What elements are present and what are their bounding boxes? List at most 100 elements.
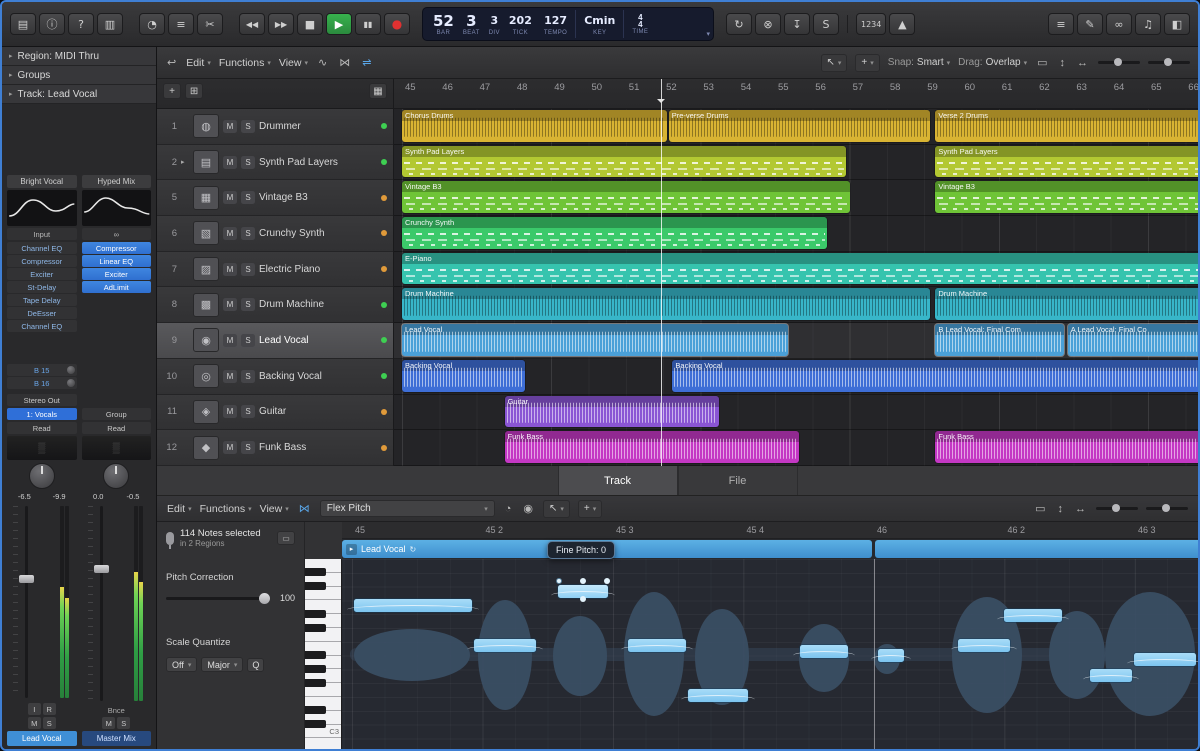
automation-mode-slot[interactable]: Read [82,422,152,434]
editor-functions-menu[interactable]: Functions ▾ [200,503,252,515]
tab-track[interactable]: Track [558,466,678,495]
mute-button[interactable]: M [223,191,237,204]
slider-handle[interactable] [1112,504,1120,512]
region[interactable]: Crunchy Synth [402,217,827,249]
group-slot[interactable]: Group [82,408,152,420]
flex-icon[interactable]: ⇌ [360,56,373,69]
piano-black-key[interactable] [305,665,326,673]
plugin-slot[interactable]: Compressor [82,242,152,254]
region[interactable]: Backing Vocal [672,360,1198,392]
track-lane[interactable]: Guitar [394,395,1198,431]
library-icon[interactable]: ▤ [10,13,36,35]
left-click-tool-menu[interactable]: ↖ ▾ [821,54,848,72]
horizontal-zoom-icon[interactable]: ↔ [1073,503,1088,515]
solo-button[interactable]: S [43,717,56,729]
piano-white-key[interactable] [305,738,341,749]
groups-inspector-header[interactable]: ▸ Groups [2,66,156,85]
region[interactable]: A Lead Vocal: Final Co [1068,324,1198,356]
inspector-icon[interactable]: ⓘ [39,13,65,35]
flex-pitch-note[interactable] [958,639,1010,652]
vertical-auto-zoom-icon[interactable]: ↕ [1056,503,1066,515]
track-header[interactable]: 1◍MSDrummer [157,109,393,145]
solo-button[interactable]: S [241,405,255,418]
region[interactable]: Synth Pad Layers [935,146,1198,178]
track-header[interactable]: 11◈MSGuitar [157,395,393,431]
horizontal-zoom-slider[interactable] [1148,61,1190,64]
track-header[interactable]: 6▧MSCrunchy Synth [157,216,393,252]
midi-in-icon[interactable]: ◉ [521,502,535,515]
output-slot[interactable]: Stereo Out [7,394,77,406]
piano-black-key[interactable] [305,582,326,590]
play-button[interactable]: ▶ [326,13,352,35]
scale-quantize-scale-select[interactable]: Major ▾ [201,657,243,672]
track-image-thumbnail[interactable]: ▒ [82,436,152,460]
region[interactable]: Lead Vocal [402,324,788,356]
vertical-auto-zoom-icon[interactable]: ↕ [1058,57,1068,69]
track-lane[interactable]: Crunchy Synth [394,216,1198,252]
lcd-chevron-icon[interactable]: ▾ [706,30,710,38]
mute-button[interactable]: M [223,405,237,418]
stop-button[interactable]: ■ [297,13,323,35]
automation-icon[interactable]: ∿ [316,56,329,69]
piano-black-key[interactable] [305,679,326,687]
list-editors-icon[interactable]: ≡ [1048,13,1074,35]
region[interactable]: Pre-verse Drums [669,110,930,142]
track-header[interactable]: 12◆MSFunk Bass [157,430,393,466]
solo-button[interactable]: S [241,334,255,347]
track-lane[interactable]: Backing VocalBacking Vocal [394,359,1198,395]
region-toggle-button[interactable]: ▭ [277,531,295,545]
plugin-slot[interactable]: Tape Delay [7,294,77,306]
editor-command-click-tool-menu[interactable]: + ▾ [578,500,602,518]
snap-menu[interactable]: Snap: Smart ▾ [888,57,950,68]
track-header[interactable]: 9◉MSLead Vocal [157,323,393,359]
region[interactable]: Verse 2 Drums [935,110,1198,142]
piano-black-key[interactable] [305,610,326,618]
plugin-slot[interactable]: DeEsser [7,307,77,319]
track-lane[interactable]: Chorus DrumsPre-verse DrumsVerse 2 Drums [394,109,1198,145]
mute-button[interactable]: M [102,717,115,729]
region[interactable]: Synth Pad Layers [402,146,846,178]
region[interactable]: Drum Machine [935,288,1198,320]
cycle-icon[interactable]: ↻ [726,13,752,35]
slider-handle[interactable] [259,593,270,604]
track-header[interactable]: 7▨MSElectric Piano [157,252,393,288]
plugin-slot[interactable]: AdLimit [82,281,152,293]
region[interactable]: B Lead Vocal: Final Com [935,324,1064,356]
catch-playhead-icon[interactable]: ◔ [503,503,514,515]
track-header[interactable]: 10◎MSBacking Vocal [157,359,393,395]
solo-button[interactable]: S [241,120,255,133]
loop-browser-icon[interactable]: ∞ [1106,13,1132,35]
flex-pitch-note[interactable] [1134,653,1196,666]
flex-pitch-note[interactable] [878,649,904,662]
solo-mode-icon[interactable]: S [813,13,839,35]
region[interactable]: Vintage B3 [402,181,850,213]
solo-button[interactable]: S [241,441,255,454]
slider-handle[interactable] [1164,58,1172,66]
send-slot[interactable]: B 15 [7,364,77,376]
forward-button[interactable]: ▶▶ [268,13,294,35]
plugin-slot[interactable]: St-Delay [7,281,77,293]
input-monitor-button[interactable]: I [28,703,41,715]
flex-pitch-note[interactable] [800,645,848,658]
editor-horizontal-zoom-slider[interactable] [1146,507,1188,510]
fader-handle[interactable] [19,575,34,583]
region[interactable]: Guitar [505,396,719,428]
plugin-slot[interactable]: Channel EQ [7,320,77,332]
solo-button[interactable]: S [241,191,255,204]
flex-icon[interactable]: ⋈ [297,502,312,515]
region-play-icon[interactable]: ▸ [346,544,357,555]
plugin-slot[interactable]: Compressor [7,255,77,267]
scale-quantize-root-select[interactable]: Off ▾ [166,657,197,672]
input-slot[interactable]: Input [7,228,77,240]
flex-pitch-note[interactable] [688,689,748,702]
add-track-button[interactable]: + [163,83,181,99]
duplicate-track-button[interactable]: ⊞ [185,83,203,99]
pan-knob[interactable] [29,463,55,489]
piano-black-key[interactable] [305,706,326,714]
plugin-slot[interactable]: Exciter [7,268,77,280]
editor-ruler[interactable]: 4545 245 345 44646 246 3 [342,522,1198,539]
region[interactable]: Drum Machine [402,288,930,320]
piano-black-key[interactable] [305,720,326,728]
mute-button[interactable]: M [223,227,237,240]
view-menu[interactable]: View ▾ [279,57,308,69]
